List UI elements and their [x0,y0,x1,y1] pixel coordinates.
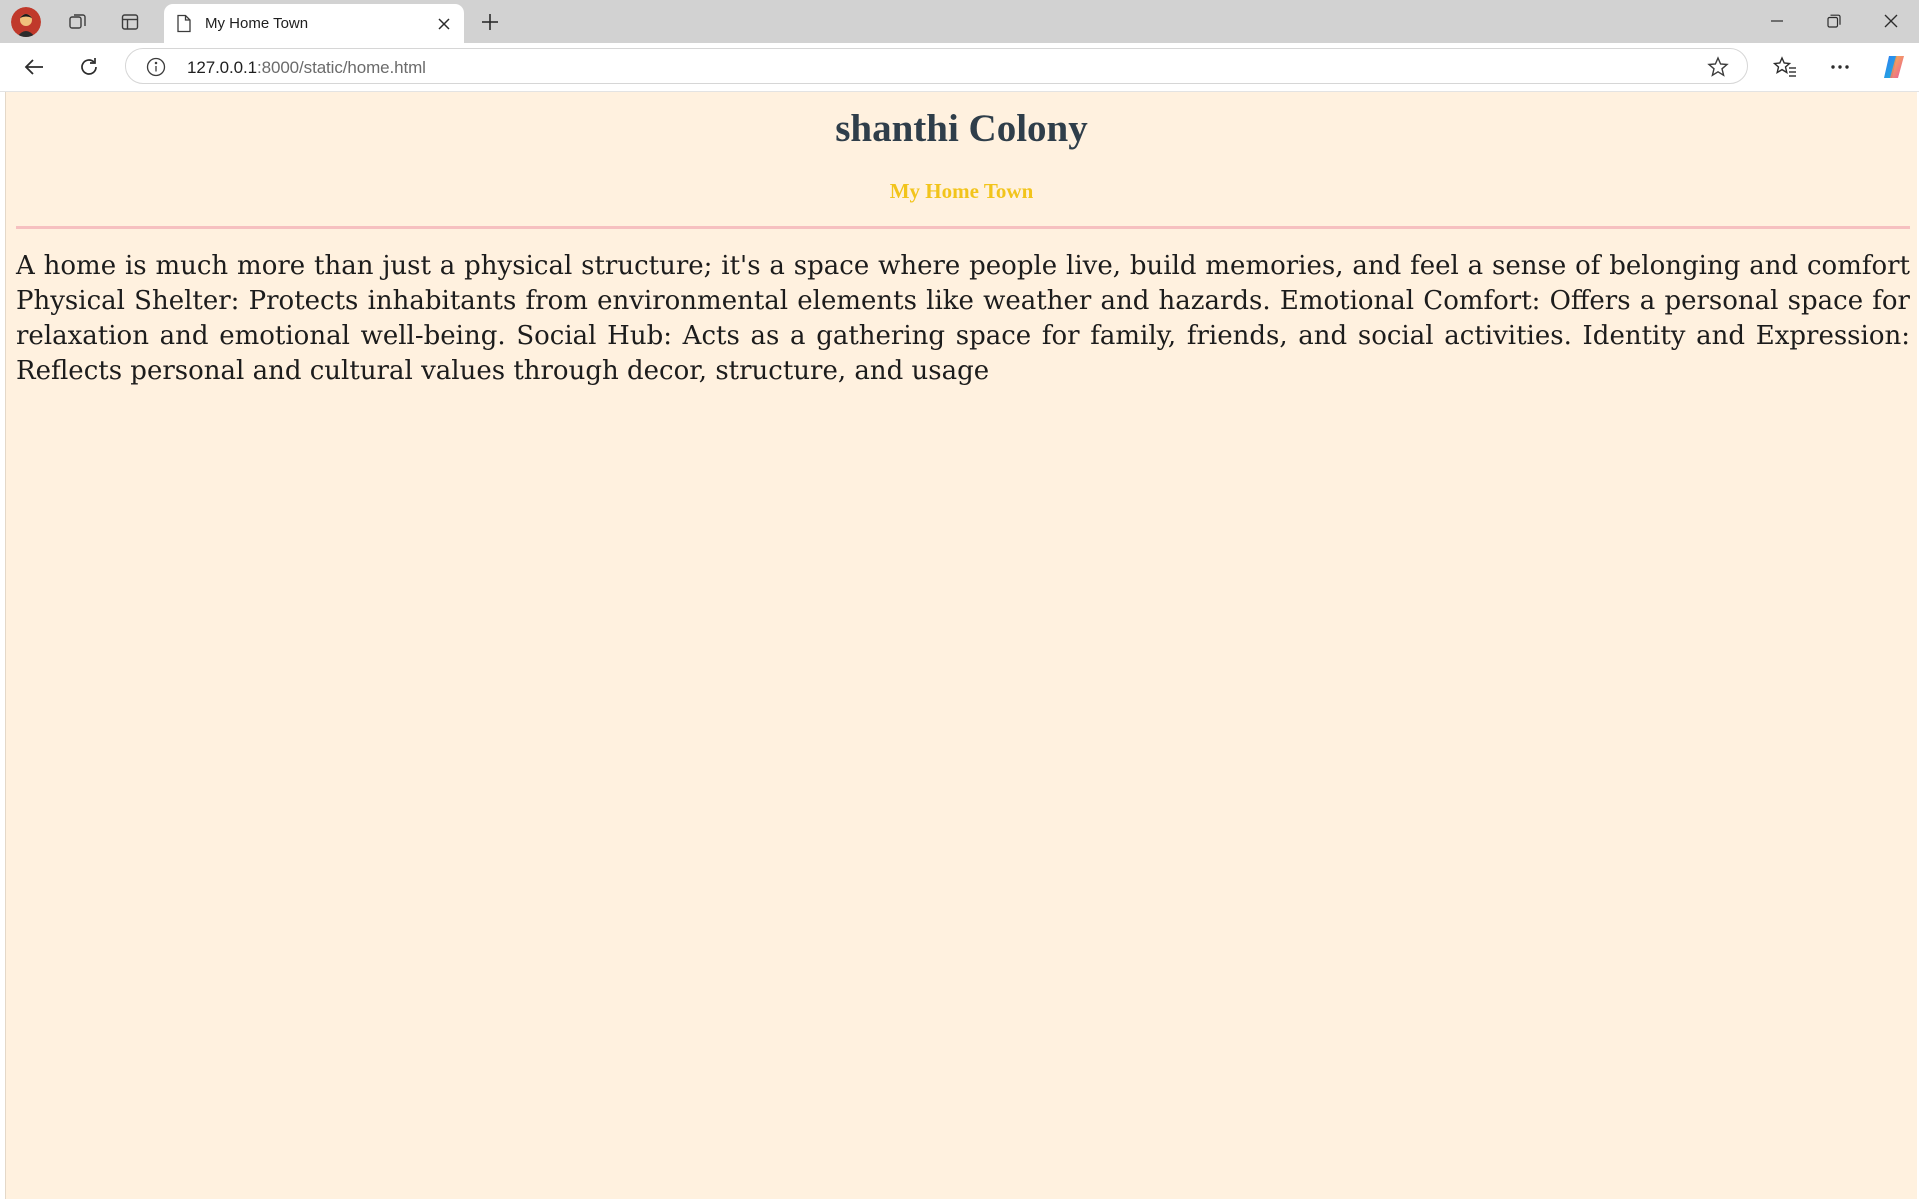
page-paragraph: A home is much more than just a physical… [16,251,1910,386]
page-title: shanthi Colony [835,107,1088,150]
copilot-icon[interactable] [1878,51,1910,83]
url-host: 127.0.0.1 [187,58,257,77]
favorites-icon[interactable] [1769,51,1801,83]
tab-strip: My Home Town [0,0,1919,43]
workspaces-icon[interactable] [64,8,92,36]
address-bar[interactable]: 127.0.0.1:8000/static/home.html [125,48,1748,84]
document-icon [176,14,192,38]
back-arrow-icon[interactable] [18,51,50,83]
close-window-icon[interactable] [1871,6,1911,36]
reload-icon[interactable] [73,51,105,83]
info-icon[interactable] [146,57,166,82]
star-icon[interactable] [1707,56,1729,83]
url-text[interactable]: 127.0.0.1:8000/static/home.html [187,58,426,78]
tab-title: My Home Town [205,15,309,32]
url-path: :8000/static/home.html [257,58,426,77]
close-icon[interactable] [434,14,454,34]
minimize-icon[interactable] [1757,6,1797,36]
divider [16,226,1910,229]
more-icon[interactable] [1824,51,1856,83]
page-subtitle: My Home Town [889,179,1034,203]
avatar-icon[interactable] [11,7,41,37]
plus-icon[interactable] [476,8,504,36]
browser-toolbar: 127.0.0.1:8000/static/home.html [0,43,1919,92]
tab-active[interactable]: My Home Town [164,4,464,43]
page-viewport: shanthi Colony My Home Town A home is mu… [5,92,1917,1199]
restore-icon[interactable] [1814,6,1854,36]
vertical-tabs-icon[interactable] [116,8,144,36]
